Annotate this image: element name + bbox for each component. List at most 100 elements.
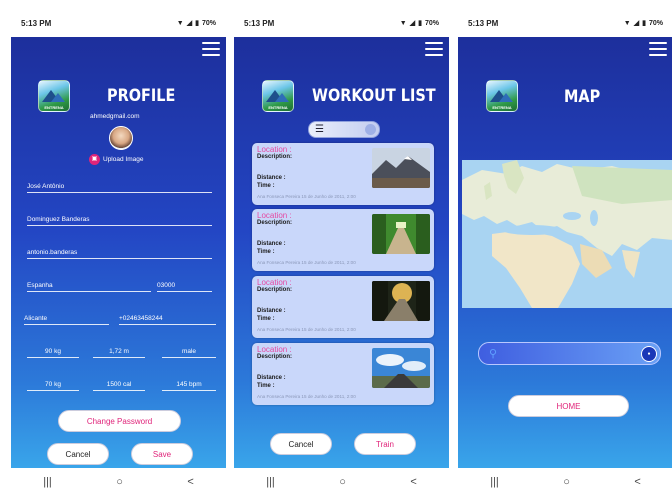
gender-field[interactable]: male [162, 348, 216, 358]
cancel-button[interactable]: Cancel [47, 443, 109, 465]
search-go-icon[interactable]: ● [641, 346, 657, 362]
heart-rate-field[interactable]: 145 bpm [162, 381, 216, 391]
map-screen: ENTRENA MAP ⚲ ● HOME [458, 37, 672, 468]
back-icon[interactable]: < [634, 476, 640, 488]
target-weight-field[interactable]: 70 kg [27, 381, 79, 391]
card-thumbnail-forest-path [372, 214, 430, 254]
card-distance: Distance : [257, 375, 286, 381]
city-field[interactable]: Alicante [24, 315, 109, 325]
card-description: Description: [257, 354, 293, 360]
page-title: MAP [564, 87, 601, 107]
card-location: Location : [257, 211, 292, 220]
change-password-button[interactable]: Change Password [58, 410, 181, 432]
world-map[interactable] [462, 160, 672, 308]
battery-icon: ▮ [418, 20, 422, 27]
status-time: 5:13 PM [21, 18, 52, 28]
card-meta: Ana Fonseca Pereira 15 de Junho de 2011,… [257, 394, 356, 399]
card-time: Time : [257, 249, 275, 255]
card-meta: Ana Fonseca Pereira 15 de Junho de 2011,… [257, 327, 356, 332]
wifi-icon: ▼ [623, 19, 631, 27]
system-nav-bar: ||| ○ < [11, 468, 226, 495]
signal-icon: ◢ [633, 20, 640, 27]
card-thumbnail-mountain [372, 148, 430, 188]
country-field[interactable]: Espanha [27, 282, 151, 292]
card-location: Location : [257, 345, 292, 354]
back-icon[interactable]: < [410, 476, 416, 488]
upload-image-label: Upload Image [103, 156, 144, 163]
status-bar: 5:13 PM ▼ ◢ ▮ 70% [234, 9, 449, 37]
wifi-icon: ▼ [176, 19, 184, 27]
page-title: PROFILE [107, 86, 176, 106]
username-field[interactable]: antonio.banderas [27, 249, 212, 259]
avatar[interactable] [109, 126, 133, 150]
camera-icon: ▣ [89, 154, 100, 165]
postal-code-field[interactable]: 03000 [157, 282, 212, 292]
page-title: WORKOUT LIST [312, 86, 436, 106]
user-email: ahmedgmail.com [90, 113, 140, 120]
app-logo: ENTRENA [38, 80, 70, 112]
system-nav-bar: ||| ○ < [458, 468, 672, 495]
phone-profile: 5:13 PM ▼ ◢ ▮ 70% ENTRENA PROFILE ahmedg… [11, 9, 226, 495]
wifi-icon: ▼ [399, 19, 407, 27]
status-time: 5:13 PM [468, 18, 499, 28]
card-distance: Distance : [257, 308, 286, 314]
calories-field[interactable]: 1500 cal [93, 381, 145, 391]
back-icon[interactable]: < [187, 476, 193, 488]
train-button[interactable]: Train [354, 433, 416, 455]
battery-level: 70% [424, 19, 439, 27]
signal-icon: ◢ [186, 20, 193, 27]
recent-apps-icon[interactable]: ||| [43, 476, 52, 488]
signal-icon: ◢ [409, 20, 416, 27]
card-location: Location : [257, 145, 292, 154]
app-logo: ENTRENA [262, 80, 294, 112]
workout-card[interactable]: Location : Description: Distance : Time … [252, 276, 434, 338]
first-name-field[interactable]: José Antônio [27, 183, 212, 193]
menu-icon[interactable] [649, 42, 667, 56]
phone-workout-list: 5:13 PM ▼ ◢ ▮ 70% ENTRENA WORKOUT LIST ☰… [234, 9, 449, 495]
menu-icon[interactable] [425, 42, 443, 56]
workout-card[interactable]: Location : Description: Distance : Time … [252, 143, 434, 205]
card-thumbnail-sunset-road [372, 281, 430, 321]
card-location: Location : [257, 278, 292, 287]
card-description: Description: [257, 220, 293, 226]
battery-icon: ▮ [642, 20, 646, 27]
recent-apps-icon[interactable]: ||| [490, 476, 499, 488]
card-meta: Ana Fonseca Pereira 15 de Junho de 2011,… [257, 260, 356, 265]
map-search-input[interactable]: ⚲ ● [478, 342, 661, 365]
search-icon: ⚲ [489, 348, 498, 360]
app-logo: ENTRENA [486, 80, 518, 112]
filter-toggle[interactable]: ☰ [308, 121, 380, 138]
battery-level: 70% [648, 19, 663, 27]
profile-screen: ENTRENA PROFILE ahmedgmail.com ▣ Upload … [11, 37, 226, 468]
last-name-field[interactable]: Dominguez Banderas [27, 216, 212, 226]
battery-level: 70% [201, 19, 216, 27]
save-button[interactable]: Save [131, 443, 193, 465]
status-bar: 5:13 PM ▼ ◢ ▮ 70% [458, 9, 672, 37]
card-description: Description: [257, 154, 293, 160]
home-icon[interactable]: ○ [563, 476, 570, 488]
cancel-button[interactable]: Cancel [270, 433, 332, 455]
home-button[interactable]: HOME [508, 395, 629, 417]
workout-card[interactable]: Location : Description: Distance : Time … [252, 209, 434, 271]
card-time: Time : [257, 383, 275, 389]
menu-icon[interactable] [202, 42, 220, 56]
status-time: 5:13 PM [244, 18, 275, 28]
home-icon[interactable]: ○ [116, 476, 123, 488]
card-distance: Distance : [257, 175, 286, 181]
card-meta: Ana Fonseca Pereira 15 de Junho de 2011,… [257, 194, 356, 199]
workout-card[interactable]: Location : Description: Distance : Time … [252, 343, 434, 405]
phone-map: 5:13 PM ▼ ◢ ▮ 70% ENTRENA MAP ⚲ ● HOME |… [458, 9, 672, 495]
card-thumbnail-sky-road [372, 348, 430, 388]
card-time: Time : [257, 183, 275, 189]
weight-field[interactable]: 90 kg [27, 348, 79, 358]
upload-image-button[interactable]: ▣ Upload Image [89, 154, 143, 165]
workout-list-screen: ENTRENA WORKOUT LIST ☰ Location : Descri… [234, 37, 449, 468]
card-time: Time : [257, 316, 275, 322]
card-description: Description: [257, 287, 293, 293]
recent-apps-icon[interactable]: ||| [266, 476, 275, 488]
phone-field[interactable]: +02463458244 [119, 315, 216, 325]
home-icon[interactable]: ○ [339, 476, 346, 488]
status-bar: 5:13 PM ▼ ◢ ▮ 70% [11, 9, 226, 37]
card-distance: Distance : [257, 241, 286, 247]
height-field[interactable]: 1,72 m [93, 348, 145, 358]
